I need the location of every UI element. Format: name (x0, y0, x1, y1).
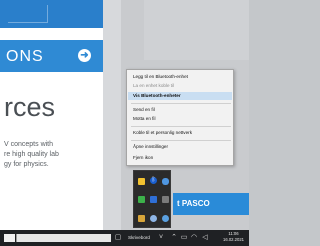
menu-item-show-bluetooth-devices[interactable]: Vis Bluetooth-enheter (128, 92, 232, 100)
notification-arrow-icon[interactable]: ⌃ (170, 234, 178, 242)
body-line: re high quality lab (4, 151, 59, 158)
taskbar-search-box[interactable] (16, 234, 111, 242)
tray-overflow-popup: ᛒ (133, 170, 171, 228)
top-banner (0, 0, 103, 28)
menu-separator (131, 126, 231, 127)
menu-item-send-file[interactable]: Send en fil (128, 106, 232, 114)
body-line: gy for physics. (4, 161, 49, 168)
menu-item-allow-device-connect: La en enhet koble til (133, 83, 175, 88)
taskbar: ▢ Skrivebord ˅ ⌃ ▭ ◠ ◁ 11:06 16.02.2021 (0, 230, 249, 246)
menu-item-add-bluetooth-device[interactable]: Legg til en Bluetooth-enhet (128, 73, 232, 81)
page-heading: rces (4, 92, 56, 122)
web-page: ONS ➜ rces V concepts with re high quali… (0, 0, 103, 230)
menu-item-join-personal-network[interactable]: Koble til et personlig nettverk (128, 129, 232, 137)
desktop-toolbar-label[interactable]: Skrivebord (128, 233, 150, 243)
dropbox-icon[interactable] (150, 196, 157, 203)
globe-icon[interactable] (162, 215, 169, 222)
menu-item-receive-file[interactable]: Motta en fil (128, 115, 232, 123)
background-strip (144, 0, 249, 60)
desktop-screen: ONS ➜ rces V concepts with re high quali… (0, 0, 249, 246)
body-text: V concepts with re high quality lab gy f… (4, 140, 100, 170)
menu-item-remove-icon[interactable]: Fjern ikon (128, 154, 232, 162)
folder-icon[interactable] (138, 215, 145, 222)
section-title: ONS (6, 48, 44, 65)
background-strip (103, 0, 121, 230)
menu-separator (131, 140, 231, 141)
wifi-icon[interactable]: ◠ (190, 234, 198, 242)
shield-icon[interactable] (138, 196, 145, 203)
bluetooth-context-menu: Legg til en Bluetooth-enhet La en enhet … (126, 69, 234, 166)
speaker-icon[interactable] (162, 196, 169, 203)
body-line: V concepts with (4, 141, 54, 148)
battery-icon[interactable]: ▭ (180, 234, 188, 242)
menu-separator (131, 103, 231, 104)
menu-item-open-settings[interactable]: Åpne innstillinger (128, 143, 232, 151)
onedrive-icon[interactable] (162, 178, 169, 185)
volume-icon[interactable]: ◁ (201, 234, 209, 242)
chevron-down-icon[interactable]: ˅ (157, 234, 165, 242)
task-view-icon[interactable]: ▢ (114, 234, 122, 242)
sticky-note-icon[interactable] (138, 178, 145, 185)
clock-date: 16.02.2021 (223, 237, 244, 242)
start-button[interactable] (4, 234, 15, 242)
banner-decoration (8, 5, 48, 23)
contact-pasco-button[interactable]: t PASCO (173, 193, 249, 215)
section-bar[interactable]: ONS ➜ (0, 40, 103, 72)
arrow-right-icon[interactable]: ➜ (78, 49, 91, 62)
bluetooth-icon[interactable]: ᛒ (150, 177, 157, 184)
taskbar-clock[interactable]: 11:06 16.02.2021 (223, 231, 244, 243)
network-icon[interactable] (150, 215, 157, 222)
